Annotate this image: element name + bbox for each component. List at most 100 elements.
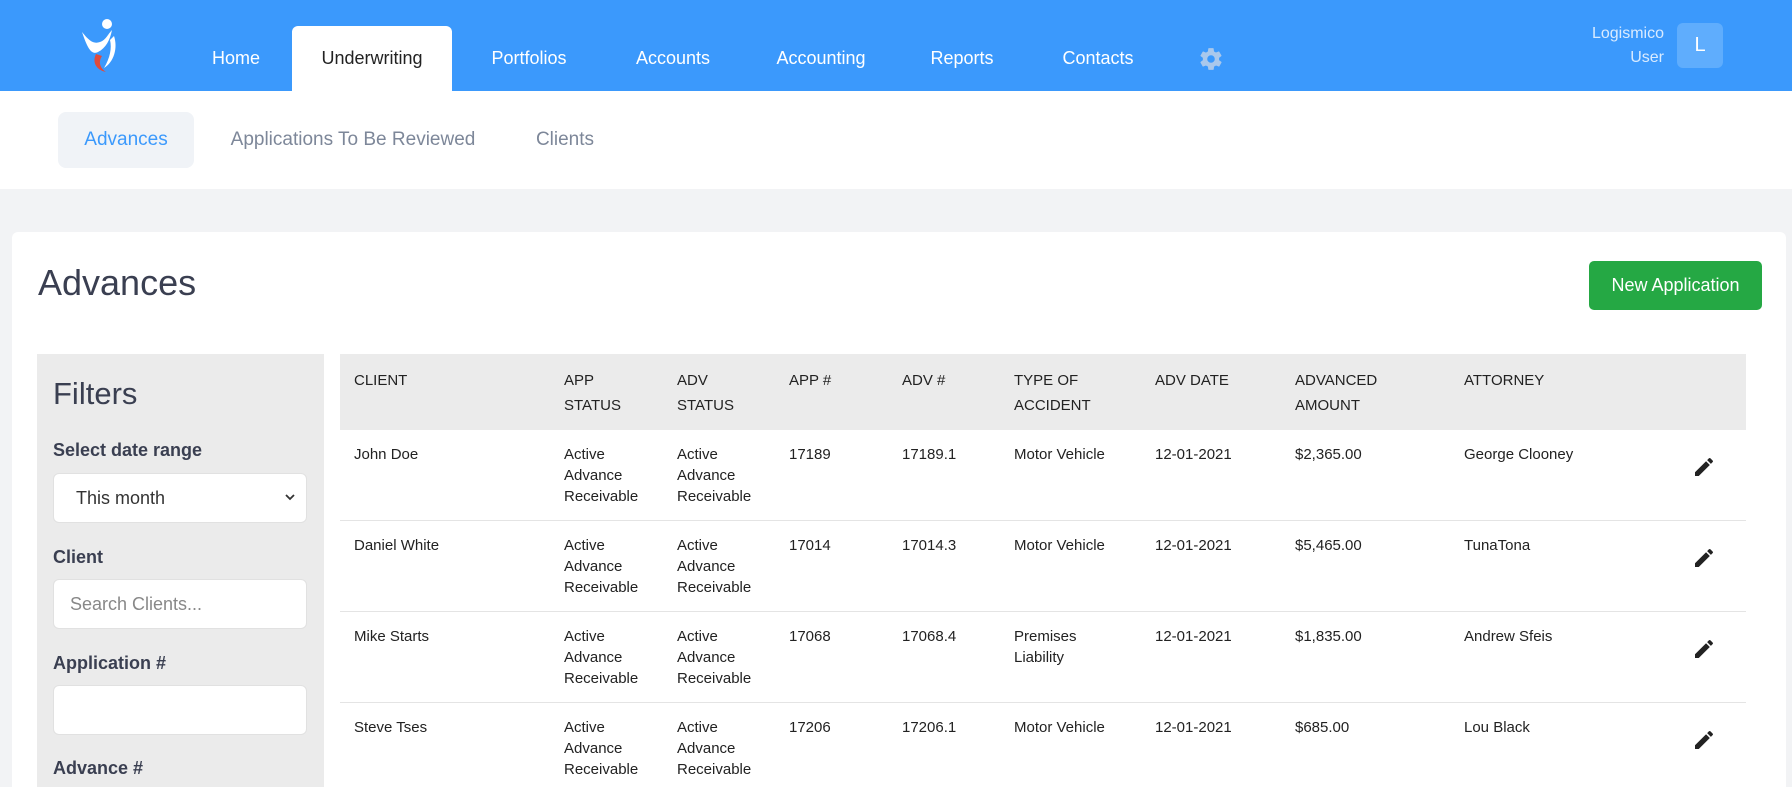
column-header[interactable]: ADVANCED AMOUNT xyxy=(1295,368,1377,418)
table-cell-adv-date: 12-01-2021 xyxy=(1155,717,1232,738)
table-cell-text: Lou Black xyxy=(1464,719,1530,736)
nav-accounting[interactable]: Accounting xyxy=(756,26,886,91)
table-cell-text: 12-01-2021 xyxy=(1155,446,1232,463)
table-cell-text: Steve Tses xyxy=(354,719,428,736)
table-cell-text: 17068.4 xyxy=(902,628,957,645)
table-cell-adv-date: 12-01-2021 xyxy=(1155,535,1232,556)
table-row[interactable]: Mike Starts Active Advance Receivable Active… xyxy=(340,612,1746,703)
table-cell-amount: $1,835.00 xyxy=(1295,626,1362,647)
nav-contacts[interactable]: Contacts xyxy=(1040,26,1156,91)
table-cell-text: Motor Vehicle xyxy=(1014,537,1105,554)
nav-reports[interactable]: Reports xyxy=(910,26,1014,91)
pencil-icon[interactable] xyxy=(1692,728,1716,752)
subtab-applications-to-be-reviewed[interactable]: Applications To Be Reviewed xyxy=(214,112,492,168)
date-range-select[interactable]: This month xyxy=(53,473,307,523)
table-cell-amount: $685.00 xyxy=(1295,717,1349,738)
column-header-text: STATUS xyxy=(564,397,621,414)
client-search-input[interactable]: Search Clients... xyxy=(53,579,307,629)
table-row[interactable]: Daniel White Active Advance Receivable Activ… xyxy=(340,521,1746,612)
filters-panel: Filters Select date range This month Cli… xyxy=(37,354,324,787)
table-cell-attorney: George Clooney xyxy=(1464,444,1573,465)
subtab-clients[interactable]: Clients xyxy=(520,112,610,168)
column-header[interactable]: ADV STATUS xyxy=(677,368,734,418)
table-cell-client: John Doe xyxy=(354,444,418,465)
table-cell-accident: Premises Liability xyxy=(1014,626,1077,668)
new-application-button[interactable]: New Application xyxy=(1589,261,1762,310)
table-cell-text: Active xyxy=(677,719,718,736)
application-number-label: Application # xyxy=(53,653,167,673)
column-header[interactable]: TYPE OF ACCIDENT xyxy=(1014,368,1091,418)
nav-accounts[interactable]: Accounts xyxy=(613,26,733,91)
table-cell-text: Advance xyxy=(564,467,623,484)
column-header-text: CLIENT xyxy=(354,372,408,389)
nav-home[interactable]: Home xyxy=(182,26,290,91)
table-cell-app-no: 17068 xyxy=(789,626,831,647)
column-header-text: ACCIDENT xyxy=(1014,397,1091,414)
table-row[interactable]: John Doe Active Advance Receivable Active Adv… xyxy=(340,430,1746,521)
table-cell-app-status: Active Advance Receivable xyxy=(564,626,638,689)
column-header[interactable]: APP # xyxy=(789,368,831,393)
table-cell-app-status: Active Advance Receivable xyxy=(564,444,638,507)
table-cell-text: Receivable xyxy=(677,579,752,596)
pencil-icon[interactable] xyxy=(1692,455,1716,479)
table-cell-text: 17189.1 xyxy=(902,446,957,463)
table-cell-text: Advance xyxy=(564,740,623,757)
sub-navbar: Advances Applications To Be Reviewed Clien… xyxy=(0,91,1792,189)
table-cell-text: 12-01-2021 xyxy=(1155,719,1232,736)
table-cell-adv-status: Active Advance Receivable xyxy=(677,535,751,598)
table-cell-client: Steve Tses xyxy=(354,717,427,738)
table-cell-text: Receivable xyxy=(677,488,752,505)
gear-icon[interactable] xyxy=(1198,46,1224,72)
avatar[interactable]: L xyxy=(1677,23,1723,68)
table-row[interactable]: Steve Tses Active Advance Receivable Active A… xyxy=(340,703,1746,787)
subtab-advances[interactable]: Advances xyxy=(58,112,194,168)
table-cell-text: $1,835.00 xyxy=(1295,628,1362,645)
table-cell-text: Advance xyxy=(677,649,736,666)
table-cell-attorney: Lou Black xyxy=(1464,717,1530,738)
page-title: Advances xyxy=(38,262,197,303)
table-cell-accident: Motor Vehicle xyxy=(1014,444,1105,465)
nav-underwriting[interactable]: Underwriting xyxy=(292,26,452,91)
table-cell-adv-status: Active Advance Receivable xyxy=(677,717,751,780)
table-cell-text: Receivable xyxy=(564,670,639,687)
table-cell-adv-date: 12-01-2021 xyxy=(1155,626,1232,647)
table-cell-text: Active xyxy=(564,628,605,645)
column-header[interactable]: ADV # xyxy=(902,368,945,393)
table-cell-text: Motor Vehicle xyxy=(1014,446,1105,463)
table-cell-adv-status: Active Advance Receivable xyxy=(677,444,751,507)
filters-title: Filters xyxy=(53,376,138,411)
date-range-label: Select date range xyxy=(53,440,203,460)
table-cell-text: Receivable xyxy=(564,579,639,596)
table-cell-text: Active xyxy=(564,446,605,463)
table-cell-app-no: 17189 xyxy=(789,444,831,465)
nav-portfolios[interactable]: Portfolios xyxy=(471,26,587,91)
table-cell-app-no: 17206 xyxy=(789,717,831,738)
pencil-icon[interactable] xyxy=(1692,546,1716,570)
column-header[interactable]: ADV DATE xyxy=(1155,368,1229,393)
column-header-text: STATUS xyxy=(677,397,734,414)
column-header-text: ADVANCED xyxy=(1295,372,1378,389)
table-cell-amount: $5,465.00 xyxy=(1295,535,1362,556)
company-logo[interactable] xyxy=(76,18,124,74)
column-header-text: ADV DATE xyxy=(1155,372,1229,389)
table-cell-amount: $2,365.00 xyxy=(1295,444,1362,465)
pencil-icon[interactable] xyxy=(1692,637,1716,661)
table-cell-attorney: Andrew Sfeis xyxy=(1464,626,1552,647)
table-header: CLIENT APP STATUS ADV STATUS APP # ADV # TYPE O… xyxy=(340,354,1746,430)
table-cell-text: Advance xyxy=(677,558,736,575)
table-cell-text: Active xyxy=(677,446,718,463)
column-header[interactable]: APP STATUS xyxy=(564,368,621,418)
application-number-input[interactable] xyxy=(53,685,307,735)
table-cell-text: Advance xyxy=(564,649,623,666)
column-header[interactable]: ATTORNEY xyxy=(1464,368,1544,393)
table-cell-adv-no: 17068.4 xyxy=(902,626,956,647)
table-cell-text: Receivable xyxy=(564,761,639,778)
table-cell-text: Receivable xyxy=(677,670,752,687)
table-cell-adv-status: Active Advance Receivable xyxy=(677,626,751,689)
table-cell-text: Active xyxy=(564,719,605,736)
table-cell-text: 12-01-2021 xyxy=(1155,537,1232,554)
date-range-value: This month xyxy=(76,487,166,508)
user-name[interactable]: Logismico User xyxy=(1544,22,1664,70)
client-label: Client xyxy=(53,547,104,567)
column-header[interactable]: CLIENT xyxy=(354,368,407,393)
